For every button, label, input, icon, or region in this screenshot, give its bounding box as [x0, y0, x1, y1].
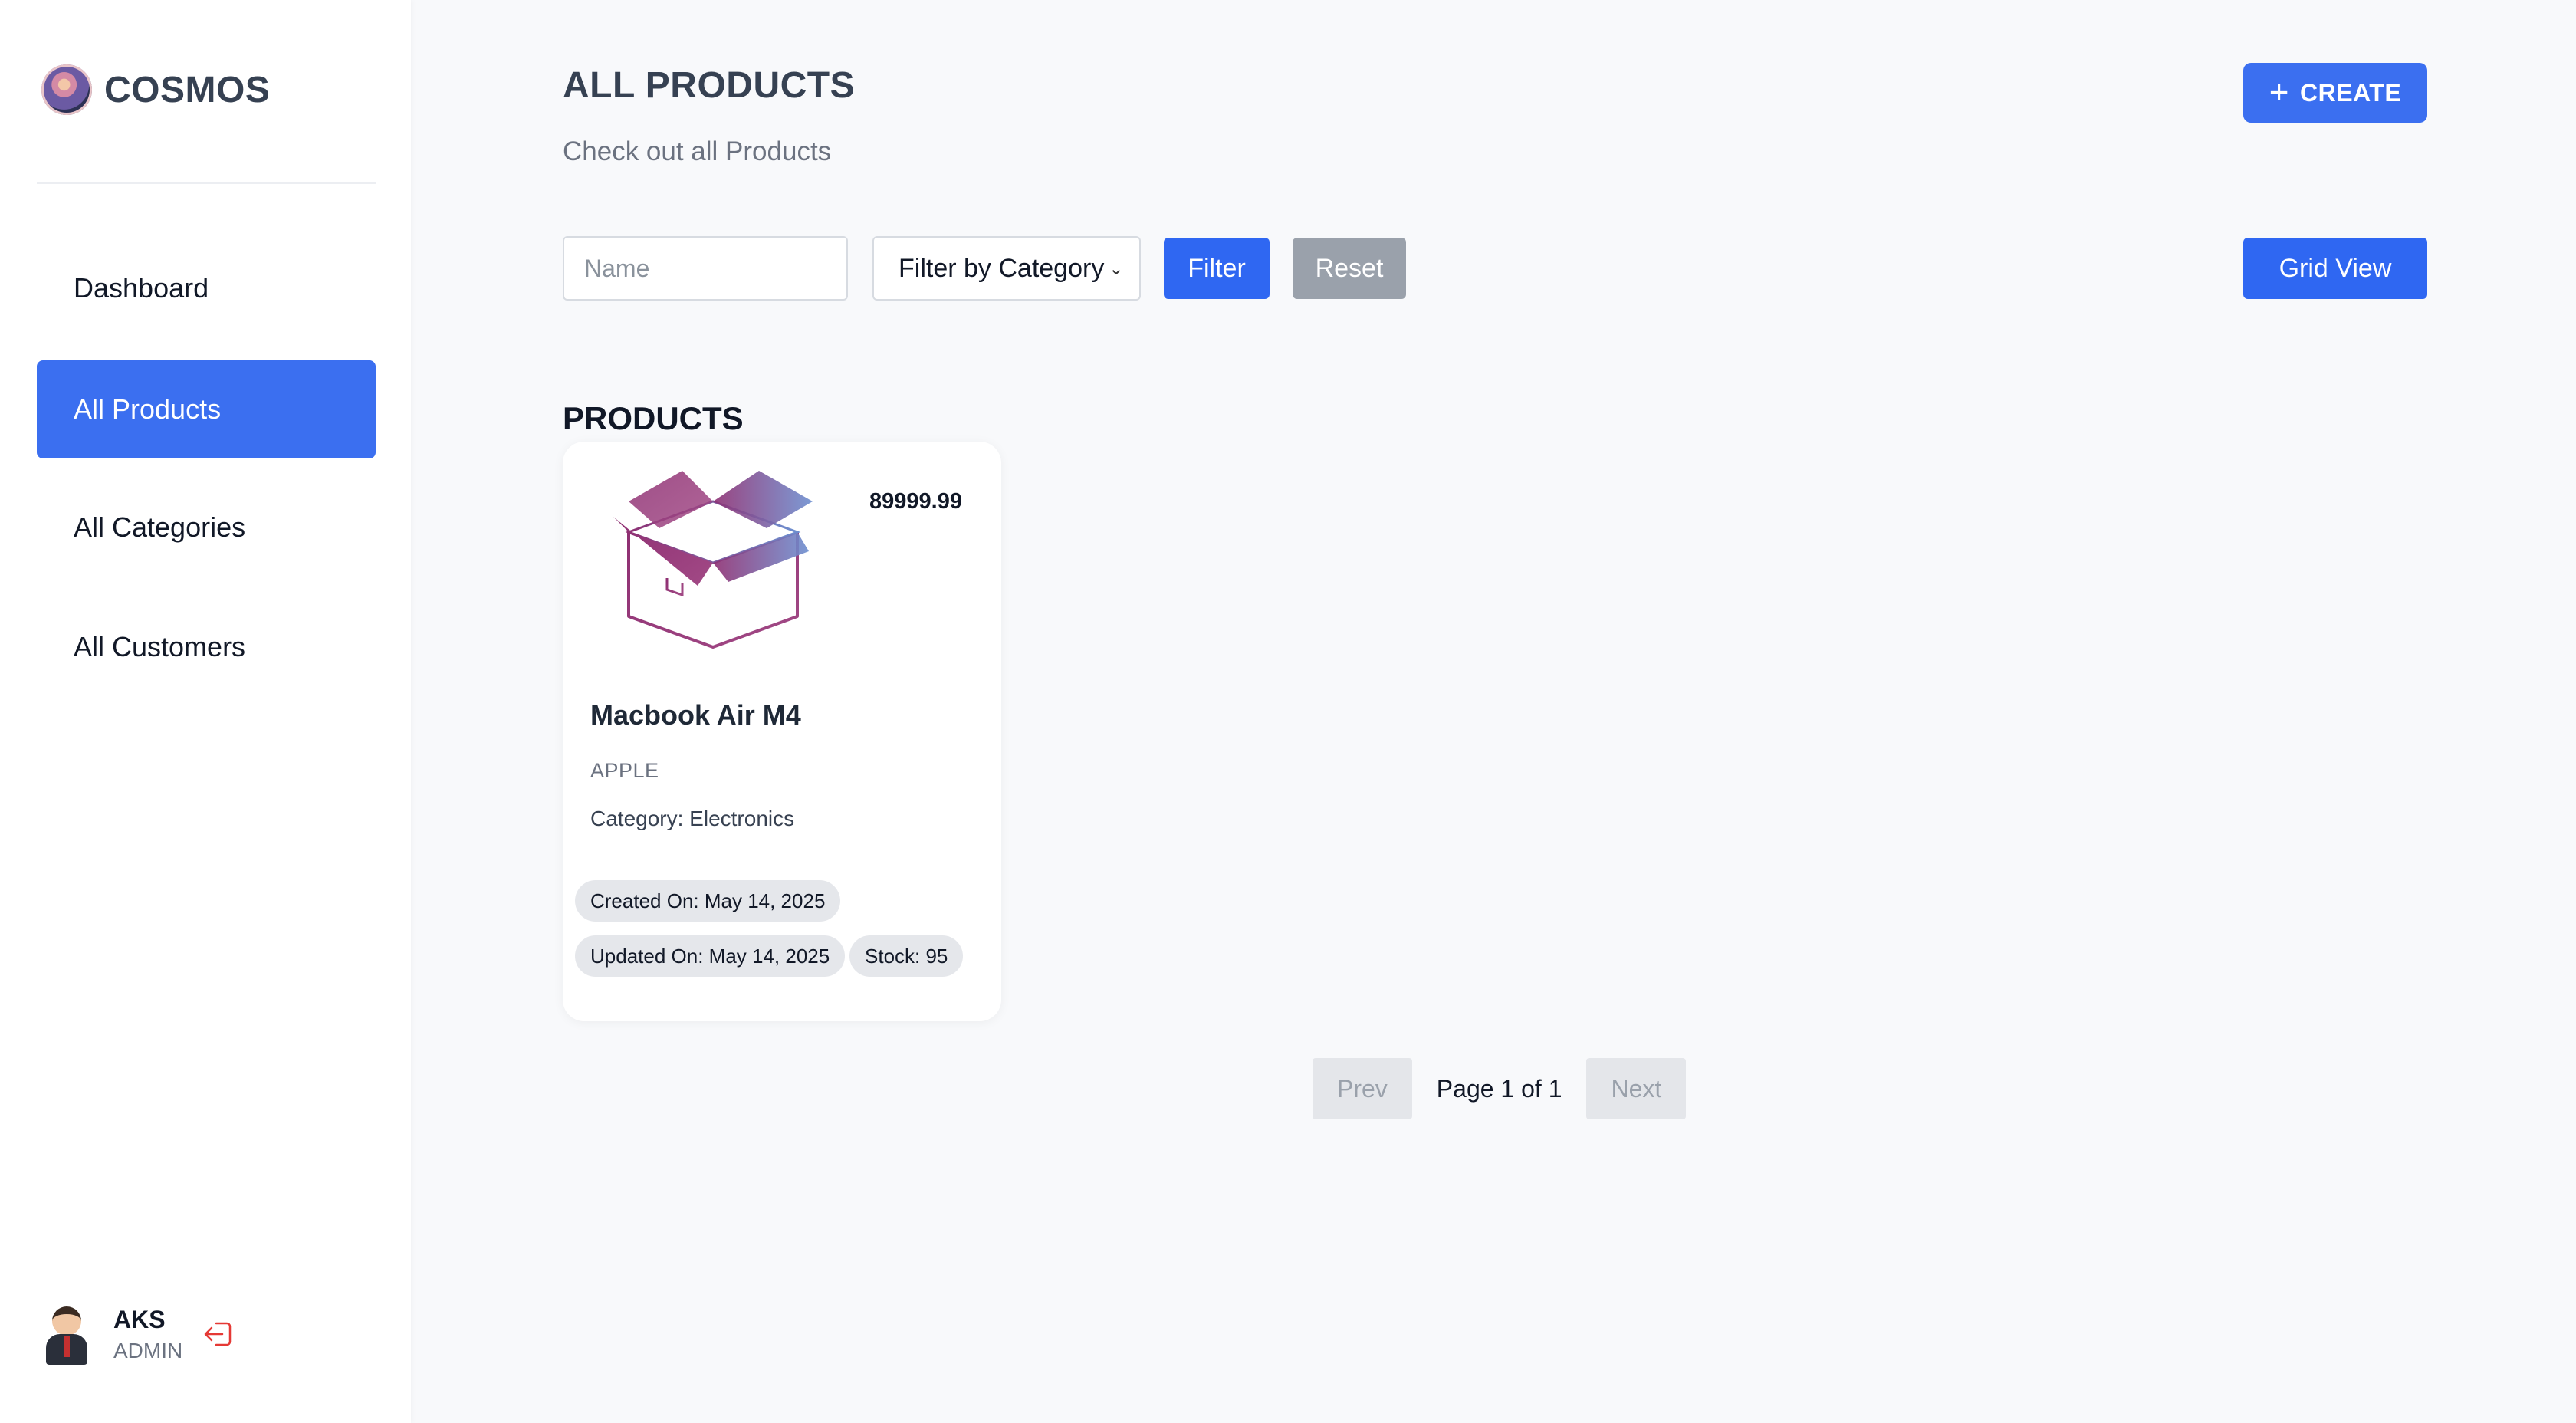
avatar	[41, 1303, 92, 1365]
stock-badge: Stock: 95	[849, 935, 964, 977]
sidebar: COSMOS Dashboard All Products All Catego…	[0, 0, 411, 1423]
name-search-input[interactable]	[563, 236, 848, 301]
sidebar-item-dashboard[interactable]: Dashboard	[37, 239, 376, 337]
product-category: Category: Electronics	[590, 807, 795, 830]
sidebar-item-label: Dashboard	[74, 272, 209, 304]
product-card[interactable]: 89999.99 Macbook Air M4 APPLE Category: …	[563, 442, 1001, 1021]
plus-icon: +	[2269, 74, 2289, 111]
sidebar-item-label: All Categories	[74, 511, 246, 543]
updated-date-badge: Updated On: May 14, 2025	[575, 935, 846, 977]
filter-button[interactable]: Filter	[1164, 238, 1270, 299]
create-button[interactable]: + CREATE	[2243, 63, 2427, 123]
planet-logo-icon	[41, 64, 92, 115]
product-brand: APPLE	[590, 759, 659, 782]
user-profile: AKS ADMIN	[41, 1303, 238, 1365]
sidebar-item-all-categories[interactable]: All Categories	[37, 478, 376, 577]
sidebar-divider	[37, 182, 376, 184]
user-role: ADMIN	[113, 1338, 183, 1362]
page-indicator: Page 1 of 1	[1436, 1074, 1562, 1103]
page-subtitle: Check out all Products	[563, 136, 832, 166]
product-price: 89999.99	[869, 489, 962, 514]
section-title: PRODUCTS	[563, 400, 744, 436]
sidebar-item-all-products[interactable]: All Products	[37, 360, 376, 458]
sidebar-item-all-customers[interactable]: All Customers	[37, 598, 376, 696]
category-filter-select[interactable]: Filter by Category ⌄	[872, 236, 1141, 301]
created-date-badge: Created On: May 14, 2025	[575, 880, 841, 922]
next-page-button[interactable]: Next	[1586, 1058, 1687, 1119]
box-icon	[613, 471, 813, 649]
page-title: ALL PRODUCTS	[563, 65, 856, 106]
product-name: Macbook Air M4	[590, 699, 801, 731]
user-name: AKS	[113, 1305, 166, 1333]
brand-name: COSMOS	[104, 69, 271, 110]
prev-page-button[interactable]: Prev	[1313, 1058, 1412, 1119]
reset-button[interactable]: Reset	[1293, 238, 1406, 299]
logout-icon[interactable]	[201, 1316, 238, 1352]
category-filter-value: Filter by Category	[899, 253, 1105, 283]
chevron-down-icon: ⌄	[1108, 258, 1124, 279]
grid-view-button[interactable]: Grid View	[2243, 238, 2427, 299]
sidebar-item-label: All Products	[74, 393, 222, 425]
brand[interactable]: COSMOS	[41, 64, 270, 115]
sidebar-item-label: All Customers	[74, 631, 246, 662]
create-button-label: CREATE	[2300, 78, 2402, 107]
pagination: Prev Page 1 of 1 Next	[1313, 1058, 1687, 1119]
